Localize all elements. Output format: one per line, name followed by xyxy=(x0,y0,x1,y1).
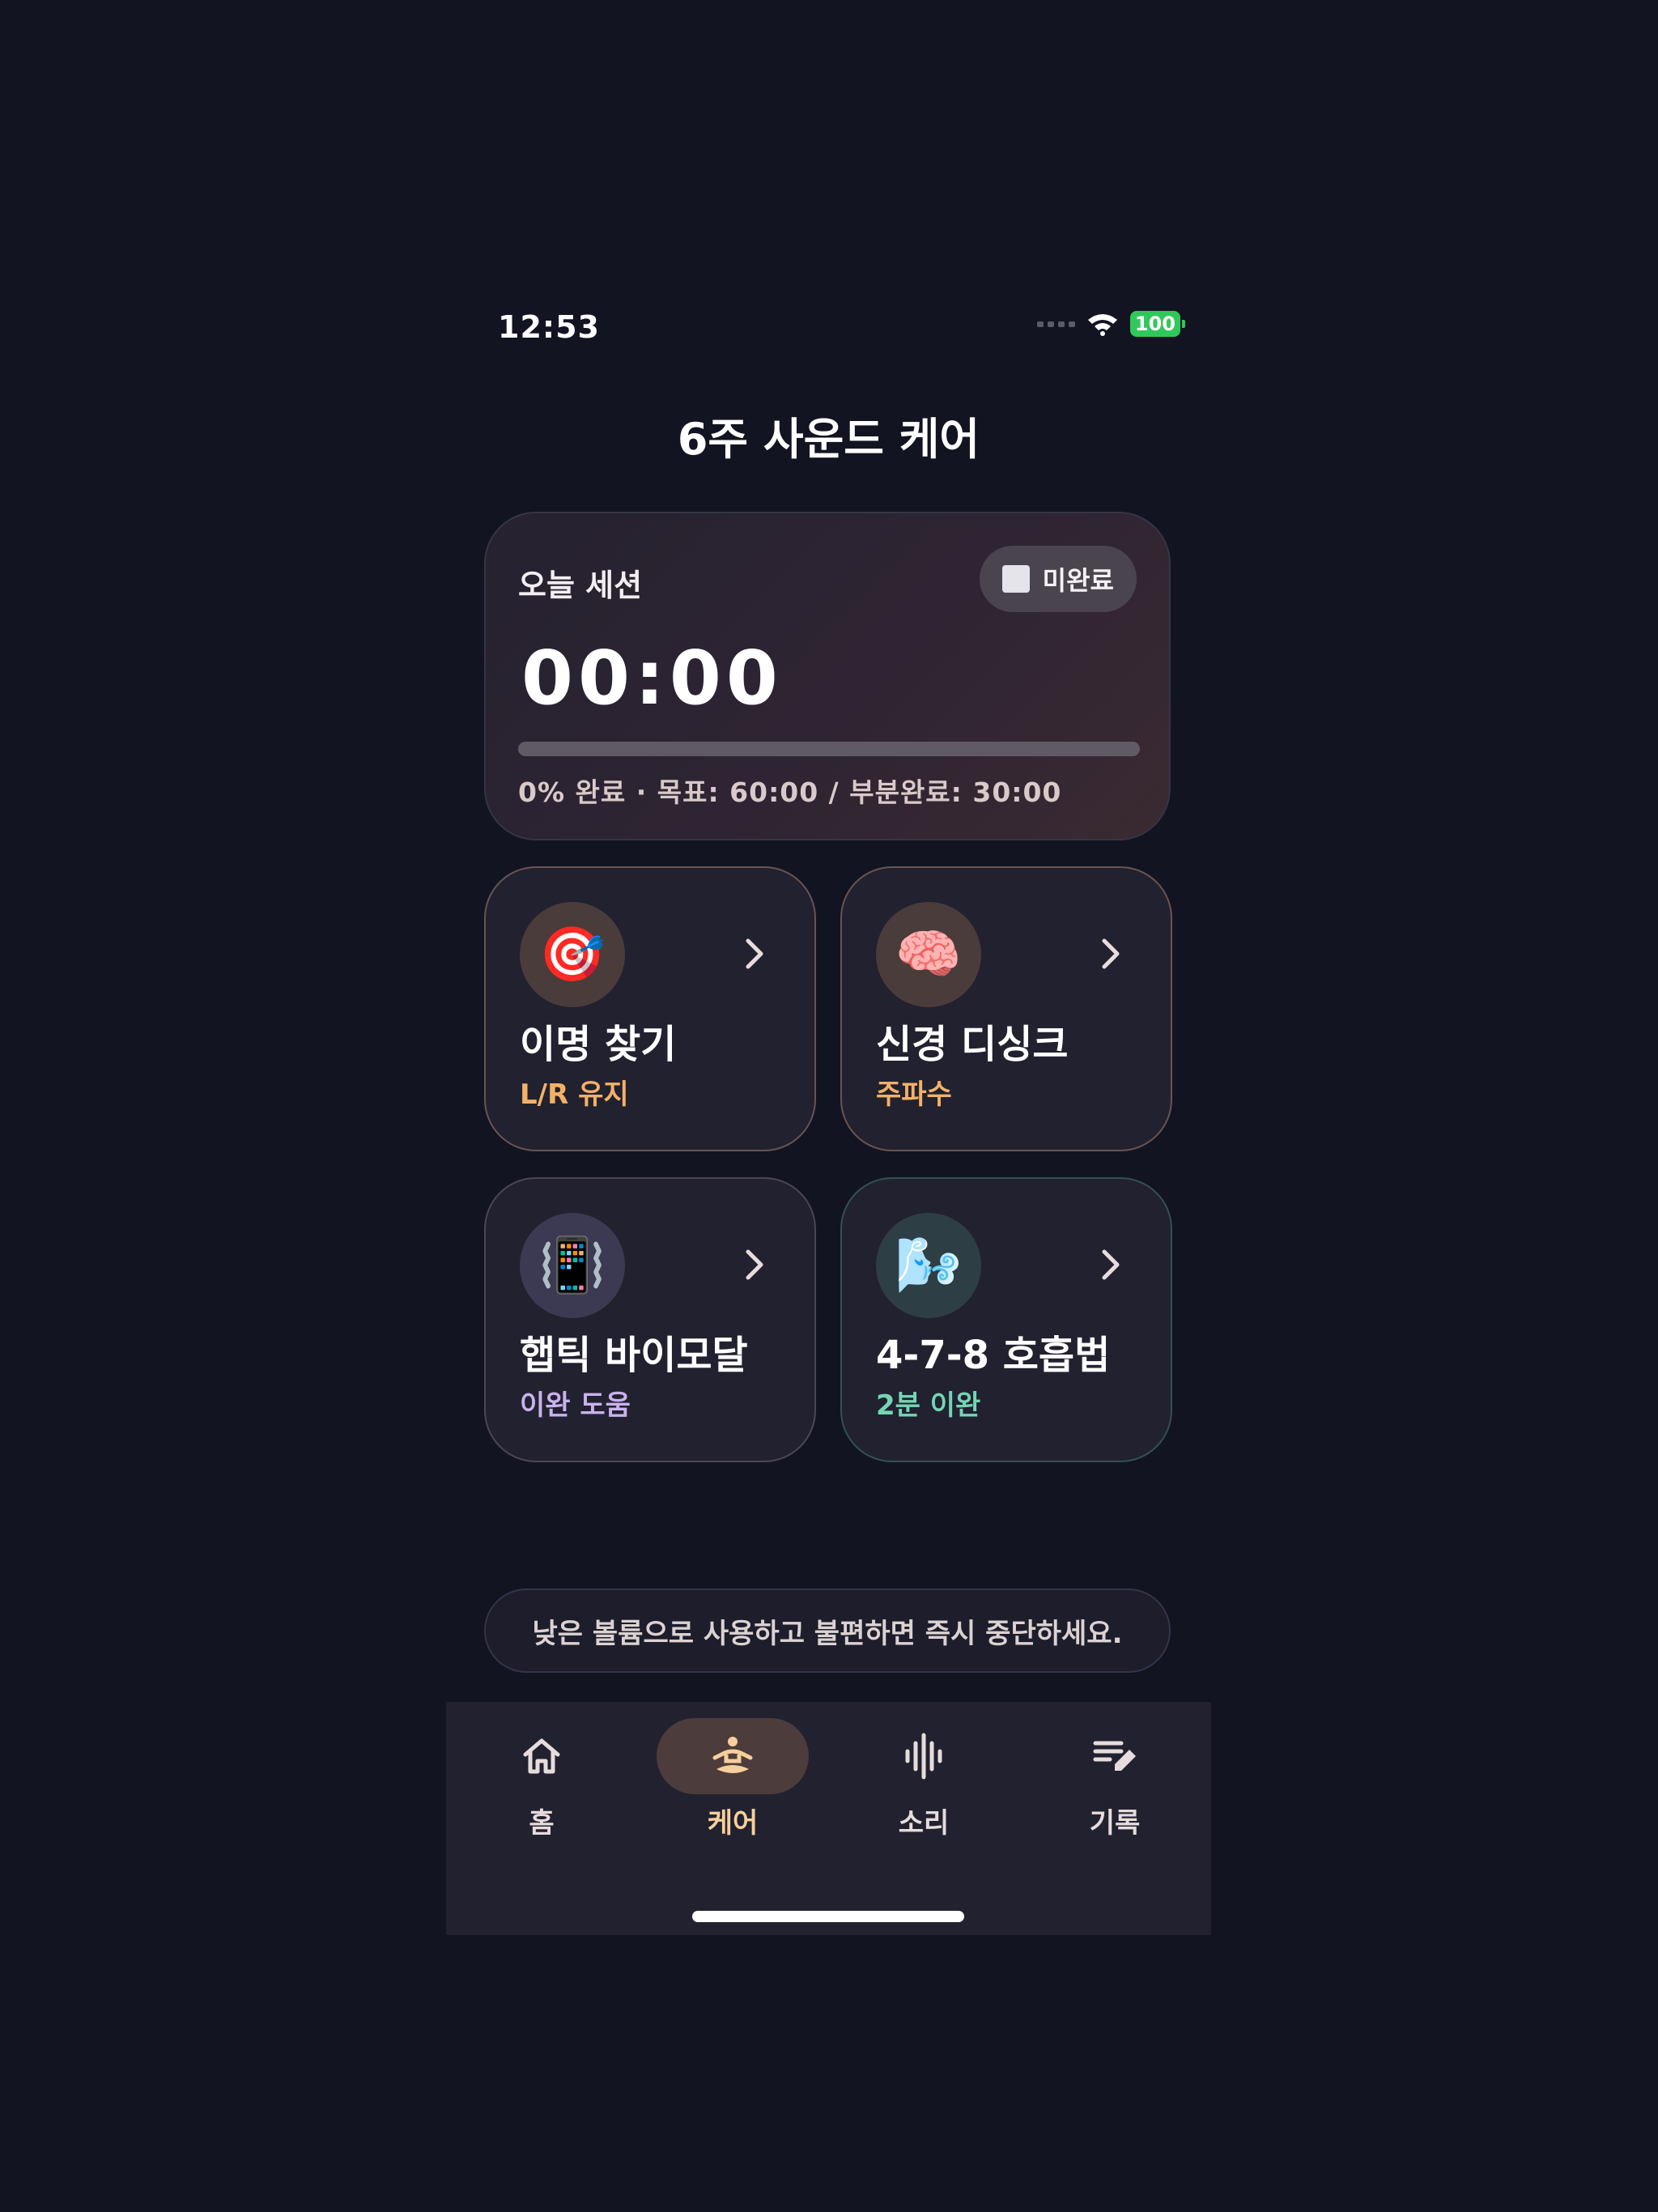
vibration-mode-icon: 📳 xyxy=(520,1213,625,1318)
tile-subtitle: 주파수 xyxy=(876,1078,952,1111)
home-icon xyxy=(523,1738,560,1774)
session-progress-text: 0% 완료 · 목표: 60:00 / 부분완료: 30:00 xyxy=(518,776,1062,808)
edit-note-icon xyxy=(1093,1741,1136,1771)
tile-tinnitus-finder[interactable]: 🎯 이명 찾기 L/R 유지 xyxy=(484,866,816,1151)
tile-title: 이명 찾기 xyxy=(520,1022,677,1067)
tab-label: 소리 xyxy=(898,1807,950,1840)
home-indicator xyxy=(692,1911,964,1922)
tile-subtitle: 2분 이완 xyxy=(876,1389,981,1422)
tab-sound[interactable]: 소리 xyxy=(848,1718,1000,1840)
tile-haptic-bimodal[interactable]: 📳 햅틱 바이모달 이완 도움 xyxy=(484,1177,816,1462)
session-progress-bar xyxy=(518,742,1140,756)
wind-face-icon: 🌬️ xyxy=(876,1213,981,1318)
today-session-card[interactable]: 오늘 세션 미완료 00:00 0% 완료 · 목표: 60:00 / 부분완료… xyxy=(484,512,1171,840)
tab-label: 홈 xyxy=(529,1807,555,1840)
tab-care[interactable]: 케어 xyxy=(657,1718,809,1840)
tile-subtitle: 이완 도움 xyxy=(520,1389,631,1422)
completion-status-chip[interactable]: 미완료 xyxy=(979,546,1137,612)
chevron-right-icon xyxy=(746,938,763,969)
tile-neural-desync[interactable]: 🧠 신경 디싱크 주파수 xyxy=(840,866,1172,1151)
checkbox-icon xyxy=(1001,565,1030,593)
wifi-icon xyxy=(1086,312,1119,336)
tab-log[interactable]: 기록 xyxy=(1039,1718,1191,1840)
tile-subtitle: L/R 유지 xyxy=(520,1078,629,1111)
session-timer: 00:00 xyxy=(521,635,783,721)
tile-title: 4-7-8 호흡법 xyxy=(876,1333,1111,1378)
tile-breathing-478[interactable]: 🌬️ 4-7-8 호흡법 2분 이완 xyxy=(840,1177,1172,1462)
sound-wave-icon xyxy=(905,1733,942,1780)
status-time: 12:53 xyxy=(498,309,600,345)
page-title: 6주 사운드 케어 xyxy=(677,414,980,465)
chevron-right-icon xyxy=(1102,938,1120,969)
battery-indicator: 100 xyxy=(1129,311,1186,337)
safety-notice: 낮은 볼륨으로 사용하고 불편하면 즉시 중단하세요. xyxy=(484,1589,1171,1673)
session-label: 오늘 세션 xyxy=(518,568,643,603)
meditation-icon xyxy=(712,1737,753,1773)
tile-title: 신경 디싱크 xyxy=(876,1022,1069,1067)
dart-target-icon: 🎯 xyxy=(520,902,625,1007)
bottom-tab-bar: 홈 케어 소리 기록 xyxy=(446,1702,1211,1935)
chevron-right-icon xyxy=(1102,1249,1120,1280)
brain-icon: 🧠 xyxy=(876,902,981,1007)
tile-title: 햅틱 바이모달 xyxy=(520,1333,748,1378)
app-screen: 12:53 100 6주 사운드 케어 오늘 세션 미완료 00:00 0% 완… xyxy=(446,291,1211,1935)
chevron-right-icon xyxy=(746,1249,763,1280)
completion-status-label: 미완료 xyxy=(1042,565,1114,596)
tab-label: 케어 xyxy=(707,1807,759,1840)
tab-home[interactable]: 홈 xyxy=(466,1718,618,1840)
cellular-signal-icon xyxy=(1036,321,1075,327)
status-indicators: 100 xyxy=(1036,311,1186,337)
tab-label: 기록 xyxy=(1089,1807,1141,1840)
